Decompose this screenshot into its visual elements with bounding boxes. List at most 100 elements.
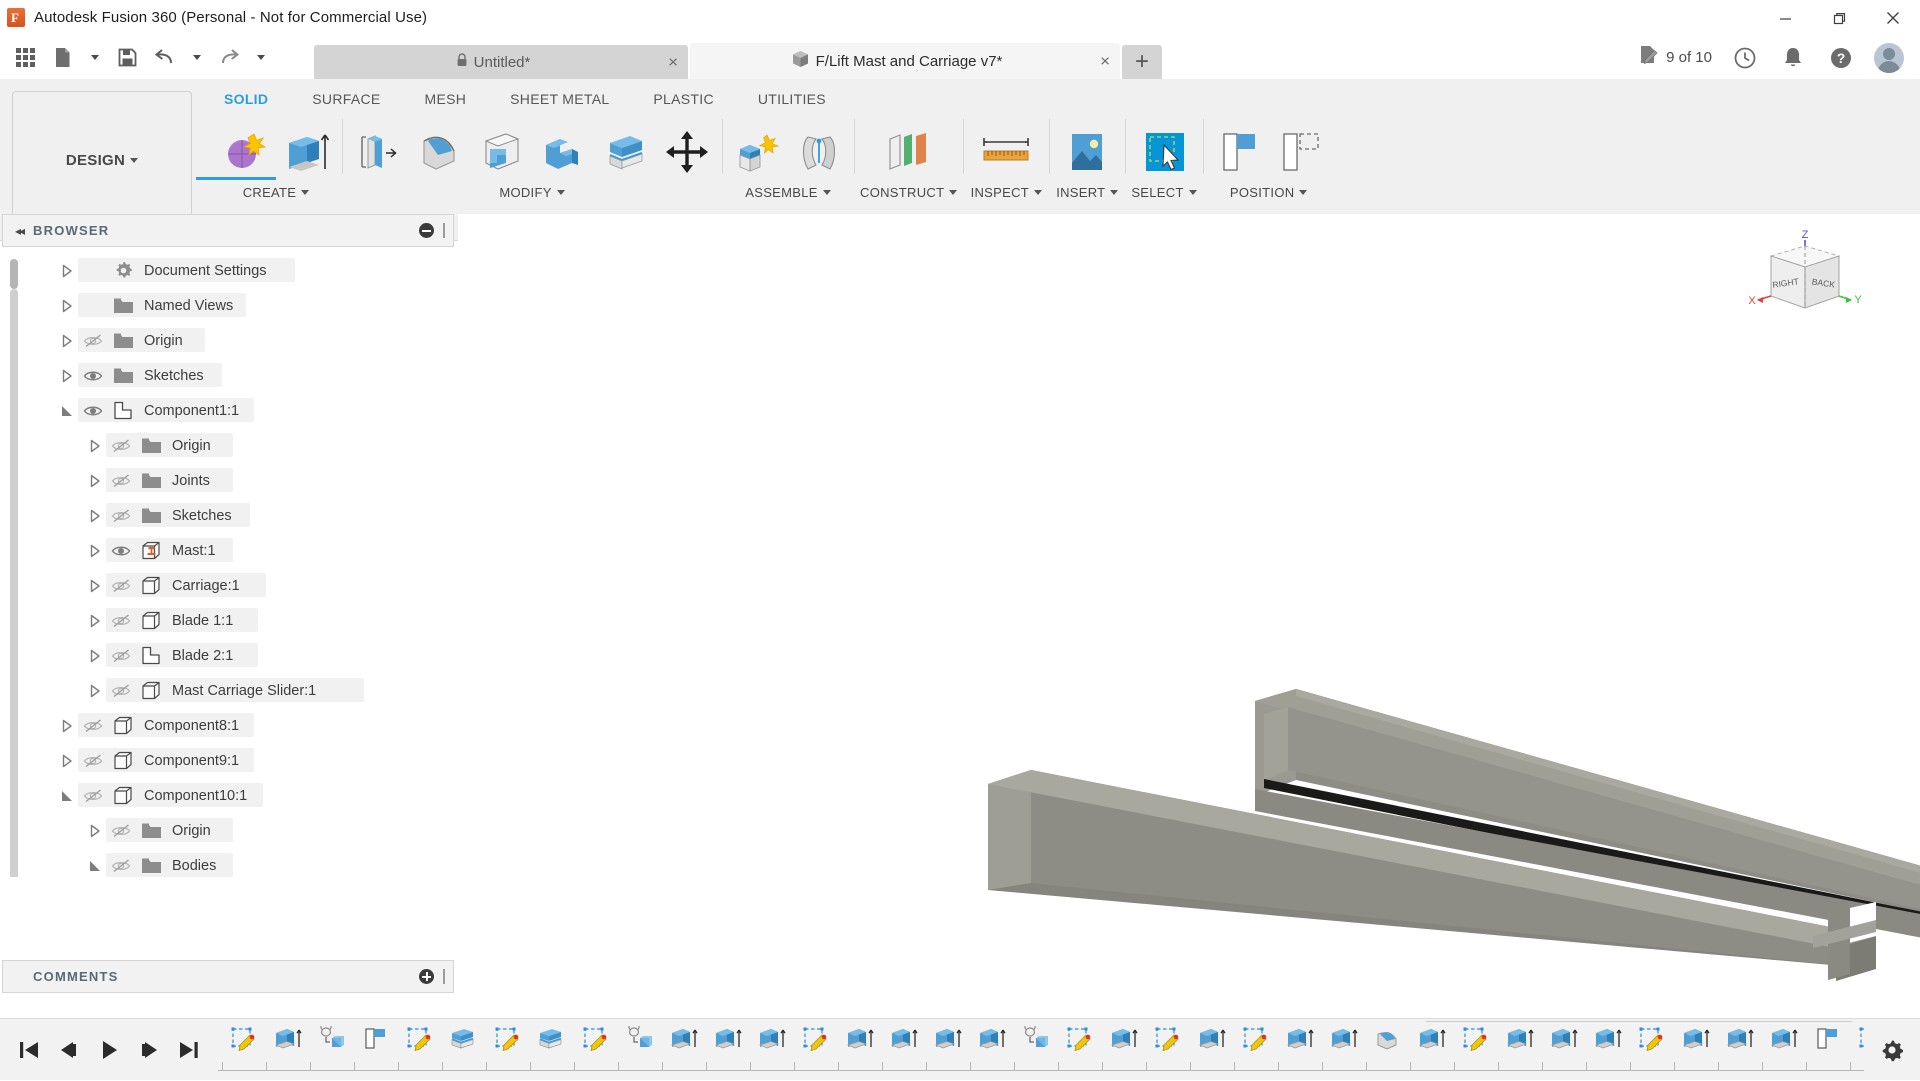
expand-triangle-icon[interactable]: [56, 260, 78, 282]
collapse-triangle-icon[interactable]: [84, 855, 106, 877]
visibility-off-icon[interactable]: [106, 855, 136, 877]
help-icon[interactable]: ?: [1818, 36, 1864, 79]
restore-button[interactable]: [1812, 0, 1866, 36]
timeline-feature-33[interactable]: [1674, 1021, 1718, 1063]
new-file-dropdown[interactable]: [82, 38, 108, 78]
timeline-feature-20[interactable]: [1102, 1021, 1146, 1063]
expand-triangle-icon[interactable]: [84, 540, 106, 562]
timeline-feature-32[interactable]: [1630, 1021, 1674, 1063]
ribbon-group-insert-label[interactable]: INSERT: [1056, 183, 1118, 200]
expand-triangle-icon[interactable]: [56, 750, 78, 772]
timeline-feature-25[interactable]: [1322, 1021, 1366, 1063]
select-window-icon[interactable]: [1132, 121, 1196, 183]
minimize-button[interactable]: [1758, 0, 1812, 36]
new-file-icon[interactable]: [44, 38, 82, 78]
close-tab-icon[interactable]: ×: [1100, 53, 1110, 70]
ribbon-group-inspect-label[interactable]: INSPECT: [971, 183, 1042, 200]
browser-item-mast-1[interactable]: Mast:1: [0, 533, 456, 568]
timeline-feature-26[interactable]: [1366, 1021, 1410, 1063]
move-copy-icon[interactable]: [658, 121, 716, 183]
timeline-feature-10[interactable]: [662, 1021, 706, 1063]
collapse-triangle-icon[interactable]: [56, 785, 78, 807]
timeline-feature-9[interactable]: [618, 1021, 662, 1063]
browser-item-component10-1[interactable]: Component10:1: [0, 778, 456, 813]
timeline-track[interactable]: ··: [218, 1021, 1864, 1079]
visibility-off-icon[interactable]: [106, 470, 136, 492]
ribbon-group-modify-label[interactable]: MODIFY: [499, 183, 564, 200]
expand-triangle-icon[interactable]: [84, 505, 106, 527]
visibility-off-icon[interactable]: [106, 820, 136, 842]
browser-item-named-views[interactable]: Named Views: [0, 288, 456, 323]
new-tab-button[interactable]: +: [1122, 45, 1162, 79]
timeline-feature-3[interactable]: [354, 1021, 398, 1063]
browser-item-blade-2-1[interactable]: Blade 2:1: [0, 638, 456, 673]
panel-grip[interactable]: [443, 223, 445, 238]
browser-item-origin[interactable]: Origin: [0, 323, 456, 358]
redo-icon[interactable]: [210, 38, 248, 78]
press-pull-icon[interactable]: [348, 121, 406, 183]
browser-item-sketches[interactable]: Sketches: [0, 498, 456, 533]
visibility-off-icon[interactable]: [78, 330, 108, 352]
step-forward-icon[interactable]: [130, 1030, 168, 1070]
expand-triangle-icon[interactable]: [56, 330, 78, 352]
browser-item-bodies[interactable]: Bodies: [0, 848, 456, 877]
visibility-off-icon[interactable]: [106, 645, 136, 667]
browser-item-mast-carriage-slider-1[interactable]: Mast Carriage Slider:1: [0, 673, 456, 708]
ribbon-tab-plastic[interactable]: PLASTIC: [631, 85, 735, 113]
timeline-feature-15[interactable]: [882, 1021, 926, 1063]
combine-icon[interactable]: [534, 121, 592, 183]
timeline-feature-36[interactable]: [1806, 1021, 1850, 1063]
avatar[interactable]: [1866, 36, 1912, 79]
undo-dropdown[interactable]: [184, 38, 210, 78]
timeline-feature-16[interactable]: [926, 1021, 970, 1063]
expand-triangle-icon[interactable]: [84, 645, 106, 667]
timeline-feature-0[interactable]: [222, 1021, 266, 1063]
expand-triangle-icon[interactable]: [84, 575, 106, 597]
close-tab-icon[interactable]: ×: [668, 54, 678, 71]
timeline-feature-27[interactable]: [1410, 1021, 1454, 1063]
visibility-off-icon[interactable]: [106, 575, 136, 597]
expand-triangle-icon[interactable]: [56, 715, 78, 737]
ribbon-tab-utilities[interactable]: UTILITIES: [736, 85, 848, 113]
ribbon-group-position-label[interactable]: POSITION: [1230, 183, 1308, 200]
visibility-off-icon[interactable]: [78, 785, 108, 807]
timeline-feature-4[interactable]: [398, 1021, 442, 1063]
timeline-feature-34[interactable]: [1718, 1021, 1762, 1063]
go-to-start-icon[interactable]: [10, 1030, 48, 1070]
visibility-on-icon[interactable]: [106, 540, 136, 562]
browser-item-origin[interactable]: Origin: [0, 428, 456, 463]
close-button[interactable]: [1866, 0, 1920, 36]
visibility-off-icon[interactable]: [106, 610, 136, 632]
expand-triangle-icon[interactable]: [84, 610, 106, 632]
visibility-off-icon[interactable]: [78, 750, 108, 772]
timeline-feature-12[interactable]: [750, 1021, 794, 1063]
timeline-feature-31[interactable]: [1586, 1021, 1630, 1063]
browser-item-component9-1[interactable]: Component9:1: [0, 743, 456, 778]
insert-image-icon[interactable]: [1055, 121, 1119, 183]
ribbon-tab-surface[interactable]: SURFACE: [290, 85, 402, 113]
collapse-left-icon[interactable]: ◂◂: [3, 224, 33, 238]
timeline-feature-11[interactable]: [706, 1021, 750, 1063]
panel-grip[interactable]: [443, 969, 445, 984]
expand-triangle-icon[interactable]: [84, 470, 106, 492]
workspace-switcher[interactable]: DESIGN: [12, 91, 192, 228]
timeline-feature-21[interactable]: [1146, 1021, 1190, 1063]
timeline-feature-14[interactable]: [838, 1021, 882, 1063]
credits-indicator[interactable]: 9 of 10: [1630, 36, 1720, 79]
timeline-settings-gear-icon[interactable]: [1864, 1019, 1920, 1081]
timeline-feature-7[interactable]: [530, 1021, 574, 1063]
add-comment-icon[interactable]: [419, 969, 434, 984]
expand-triangle-icon[interactable]: [84, 820, 106, 842]
browser-item-joints[interactable]: Joints: [0, 463, 456, 498]
ribbon-tab-mesh[interactable]: MESH: [403, 85, 489, 113]
visibility-off-icon[interactable]: [106, 435, 136, 457]
browser-item-origin[interactable]: Origin: [0, 813, 456, 848]
go-to-end-icon[interactable]: [170, 1030, 208, 1070]
save-icon[interactable]: [108, 38, 146, 78]
redo-dropdown[interactable]: [248, 38, 274, 78]
timeline-feature-2[interactable]: [310, 1021, 354, 1063]
timeline-feature-6[interactable]: [486, 1021, 530, 1063]
browser-item-sketches[interactable]: Sketches: [0, 358, 456, 393]
extrude-icon[interactable]: [278, 121, 336, 183]
joint-icon[interactable]: [790, 121, 848, 183]
